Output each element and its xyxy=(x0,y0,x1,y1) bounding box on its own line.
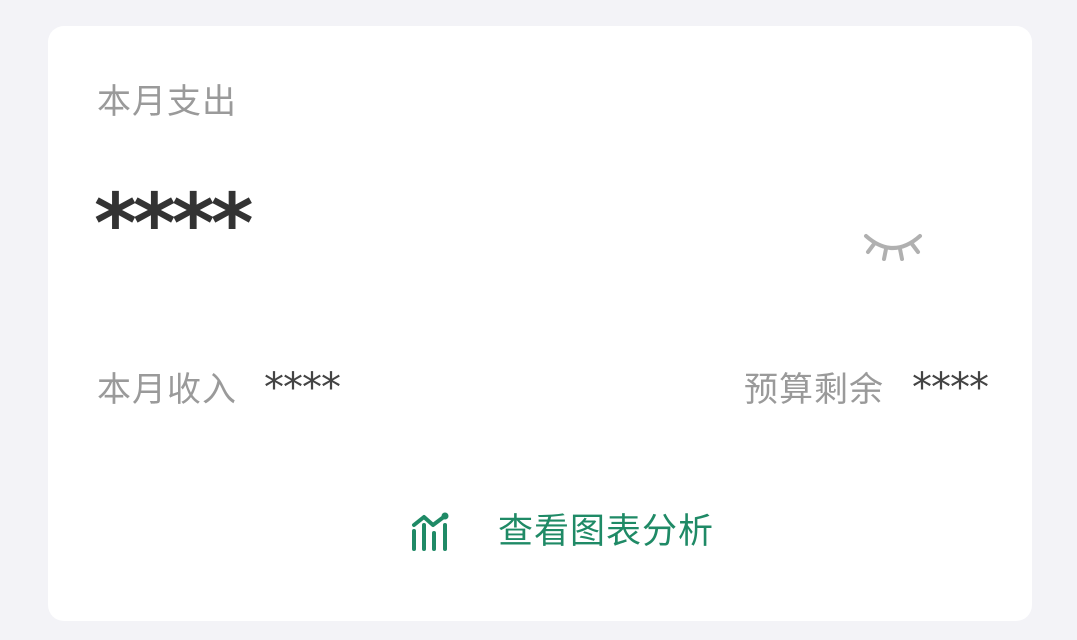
monthly-income-label: 本月收入 xyxy=(97,370,237,410)
chart-icon xyxy=(408,511,454,553)
monthly-expense-label: 本月支出 xyxy=(97,82,237,122)
summary-card: 本月支出 **** 本月收入 **** 预算剩余 **** 查看图表分析 xyxy=(48,26,1032,621)
monthly-expense-amount: **** xyxy=(94,177,254,272)
view-chart-analysis-label: 查看图表分析 xyxy=(498,512,715,552)
monthly-income-value: **** xyxy=(264,365,341,411)
eye-closed-icon xyxy=(864,234,922,261)
toggle-visibility-button[interactable] xyxy=(860,222,926,266)
budget-remaining-value: **** xyxy=(912,365,989,411)
budget-remaining-label: 预算剩余 xyxy=(744,370,884,410)
view-chart-analysis-button[interactable]: 查看图表分析 xyxy=(408,508,714,556)
